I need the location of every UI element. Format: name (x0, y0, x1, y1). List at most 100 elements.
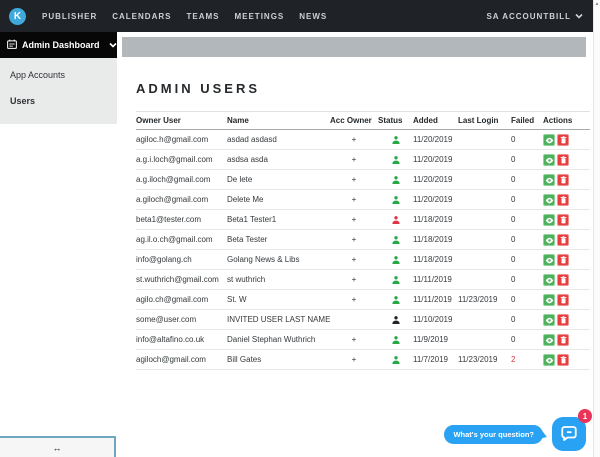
actions-cell (543, 293, 590, 306)
delete-user-button[interactable] (557, 273, 569, 286)
owner-user-cell: agiloc.h@gmail.com (136, 135, 209, 144)
main-content: ADMIN USERS Owner User Name Acc Owner St… (117, 32, 593, 457)
status-cell (378, 295, 413, 305)
page-title: ADMIN USERS (136, 81, 261, 96)
failed-cell: 0 (511, 275, 516, 284)
status-cell (378, 335, 413, 345)
failed-cell: 0 (511, 175, 516, 184)
delete-user-button[interactable] (557, 133, 569, 146)
view-user-button[interactable] (543, 253, 555, 266)
trash-icon (560, 154, 567, 166)
delete-user-button[interactable] (557, 353, 569, 366)
trash-icon (560, 274, 567, 286)
nav-item[interactable]: PUBLISHER (42, 12, 97, 21)
nav-right: SA ACCOUNT BILL (486, 12, 583, 21)
table-row: agilo.ch@gmail.com St. W + 11/11/2019 11… (136, 290, 590, 310)
view-user-button[interactable] (543, 173, 555, 186)
view-user-button[interactable] (543, 273, 555, 286)
view-user-button[interactable] (543, 333, 555, 346)
sidebar-item[interactable]: Users (0, 88, 117, 114)
delete-user-button[interactable] (557, 233, 569, 246)
content-header-bar (122, 37, 586, 57)
name-cell: asdad asdasd (227, 135, 277, 144)
acc-owner-cell: + (351, 135, 357, 144)
eye-icon (545, 134, 554, 146)
added-cell: 11/10/2019 (413, 315, 453, 324)
actions-cell (543, 353, 590, 366)
trash-icon (560, 314, 567, 326)
eye-icon (545, 354, 554, 366)
view-user-button[interactable] (543, 233, 555, 246)
user-status-icon (391, 335, 401, 345)
nav-item[interactable]: NEWS (299, 12, 327, 21)
sidebar-collapse-toggle[interactable]: ↔ (0, 436, 116, 457)
acc-owner-cell: + (351, 295, 357, 304)
table-row: a.giloch@gmail.com Delete Me + 11/20/201… (136, 190, 590, 210)
name-cell: INVITED USER LAST NAME (227, 315, 330, 324)
eye-icon (545, 234, 554, 246)
column-header: Owner User (136, 116, 181, 125)
owner-user-cell: agilo.ch@gmail.com (136, 295, 209, 304)
trash-icon (560, 294, 567, 306)
delete-user-button[interactable] (557, 313, 569, 326)
acc-owner-cell: + (351, 275, 357, 284)
view-user-button[interactable] (543, 193, 555, 206)
view-user-button[interactable] (543, 213, 555, 226)
name-cell: St. W (227, 295, 247, 304)
user-menu[interactable]: BILL (549, 12, 583, 21)
chevron-down-icon (108, 42, 117, 48)
acc-owner-cell: + (351, 175, 357, 184)
nav-items: PUBLISHER CALENDARS TEAMS MEETINGS NEWS (42, 12, 342, 21)
delete-user-button[interactable] (557, 333, 569, 346)
scroll-up-arrow[interactable]: ▲ (594, 1, 600, 7)
status-cell (378, 255, 413, 265)
view-user-button[interactable] (543, 153, 555, 166)
delete-user-button[interactable] (557, 173, 569, 186)
view-user-button[interactable] (543, 133, 555, 146)
delete-user-button[interactable] (557, 193, 569, 206)
acc-owner-cell: + (351, 215, 357, 224)
sidebar-item-label: App Accounts (10, 70, 66, 80)
view-user-button[interactable] (543, 353, 555, 366)
sidebar-header-label: Admin Dashboard (22, 40, 100, 50)
user-status-icon (391, 355, 401, 365)
delete-user-button[interactable] (557, 293, 569, 306)
nav-item[interactable]: CALENDARS (112, 12, 171, 21)
eye-icon (545, 334, 554, 346)
added-cell: 11/7/2019 (413, 355, 448, 364)
delete-user-button[interactable] (557, 213, 569, 226)
nav-item[interactable]: TEAMS (186, 12, 219, 21)
eye-icon (545, 294, 554, 306)
owner-user-cell: st.wuthrich@gmail.com (136, 275, 219, 284)
view-user-button[interactable] (543, 313, 555, 326)
nav-item[interactable]: MEETINGS (234, 12, 284, 21)
owner-user-cell: ag.il.o.ch@gmail.com (136, 235, 213, 244)
actions-cell (543, 233, 590, 246)
added-cell: 11/18/2019 (413, 255, 453, 264)
owner-user-cell: some@user.com (136, 315, 197, 324)
app-logo[interactable]: K (9, 7, 26, 25)
added-cell: 11/9/2019 (413, 335, 448, 344)
table-row: a.g.i.loch@gmail.com asdsa asda + 11/20/… (136, 150, 590, 170)
trash-icon (560, 214, 567, 226)
status-cell (378, 195, 413, 205)
view-user-button[interactable] (543, 293, 555, 306)
sidebar-item[interactable]: App Accounts (0, 62, 117, 88)
page-scrollbar[interactable]: ▲ (593, 0, 600, 457)
last-login-cell: 11/23/2019 (458, 355, 498, 364)
eye-icon (545, 214, 554, 226)
owner-user-cell: a.g.i.loch@gmail.com (136, 155, 213, 164)
user-status-icon (391, 255, 401, 265)
last-login-cell: 11/23/2019 (458, 295, 498, 304)
acc-owner-cell: + (351, 195, 357, 204)
failed-cell: 0 (511, 315, 516, 324)
added-cell: 11/20/2019 (413, 135, 453, 144)
added-cell: 11/20/2019 (413, 195, 453, 204)
eye-icon (545, 174, 554, 186)
sa-account-link[interactable]: SA ACCOUNT (486, 12, 549, 21)
status-cell (378, 275, 413, 285)
delete-user-button[interactable] (557, 253, 569, 266)
chat-tooltip[interactable]: What's your question? (444, 425, 543, 444)
sidebar-dashboard-dropdown[interactable]: Admin Dashboard (0, 32, 117, 58)
delete-user-button[interactable] (557, 153, 569, 166)
